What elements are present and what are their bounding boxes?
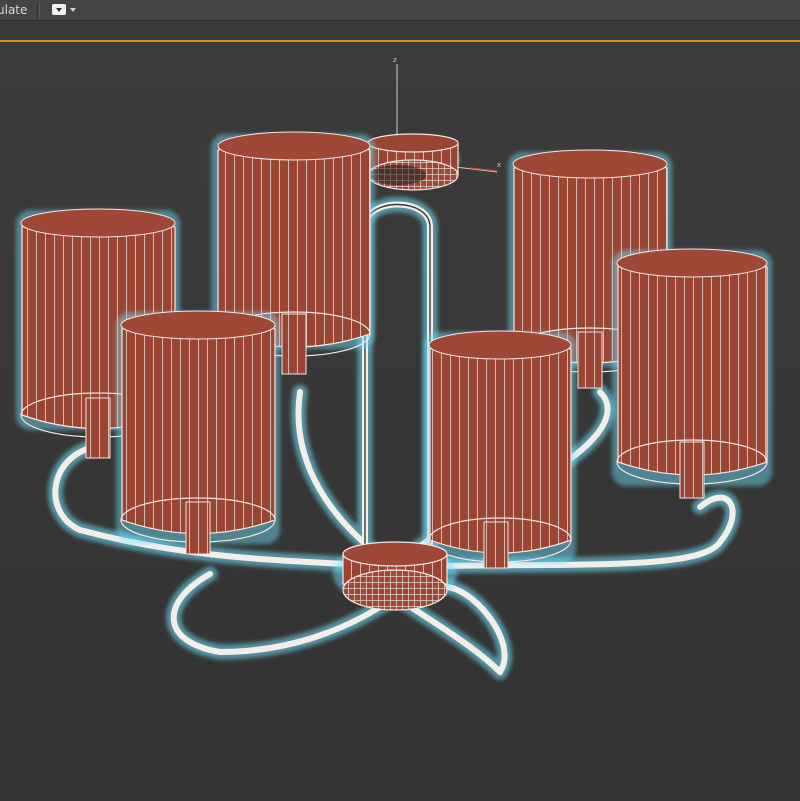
lamp-shade-front-left [116,310,280,555]
viewport-display-icon [52,4,66,15]
axis-z-label: z [393,56,397,64]
lamp-shade-far-right [612,248,772,499]
viewport-toolbar: ulate [0,0,800,21]
axis-x-label: x [497,161,501,169]
toolbar-separator-highlight [39,2,40,18]
toolbar-separator [37,2,38,18]
viewport-display-dropdown[interactable] [52,3,78,17]
perspective-viewport[interactable]: z x [0,40,800,801]
viewport-header-strip [0,21,800,40]
viewport-scene: z x [16,56,772,680]
central-hub [333,541,457,611]
toolbar-label[interactable]: ulate [0,2,27,18]
chevron-down-icon [70,8,76,12]
ceiling-canopy [364,133,460,191]
lamp-shade-front-right [424,330,576,569]
